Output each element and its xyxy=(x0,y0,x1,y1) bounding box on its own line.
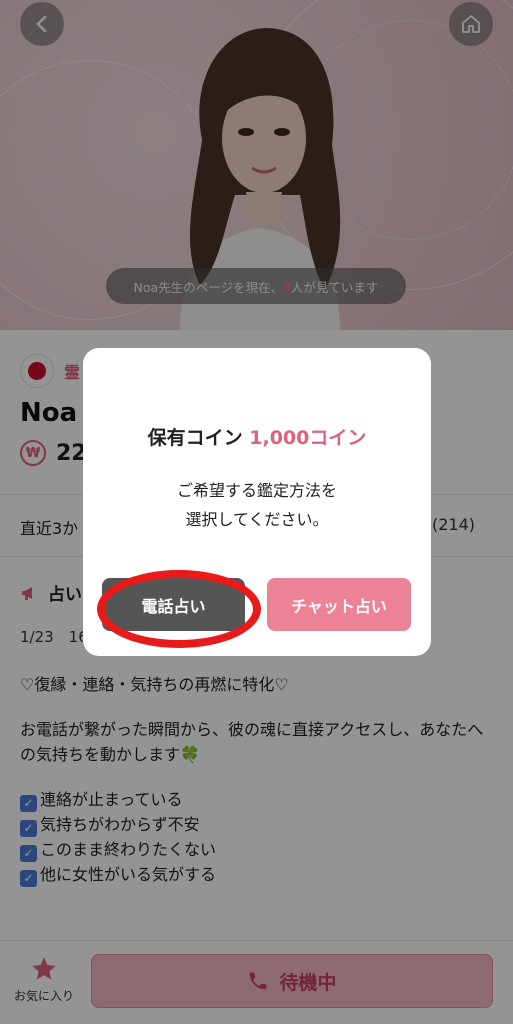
phone-reading-button[interactable]: 電話占い xyxy=(102,578,245,631)
consultation-method-modal: 保有コイン 1,000コイン ご希望する鑑定方法を 選択してください。 電話占い… xyxy=(83,348,431,656)
coin-balance-amount: 1,000コイン xyxy=(249,427,367,449)
coin-balance-label: 保有コイン xyxy=(147,427,243,449)
chat-reading-button[interactable]: チャット占い xyxy=(267,578,411,631)
modal-message-line: ご希望する鑑定方法を xyxy=(176,481,337,500)
coin-balance: 保有コイン 1,000コイン xyxy=(83,423,431,450)
modal-message-line: 選択してください。 xyxy=(185,510,329,529)
modal-message: ご希望する鑑定方法を 選択してください。 xyxy=(83,476,431,534)
